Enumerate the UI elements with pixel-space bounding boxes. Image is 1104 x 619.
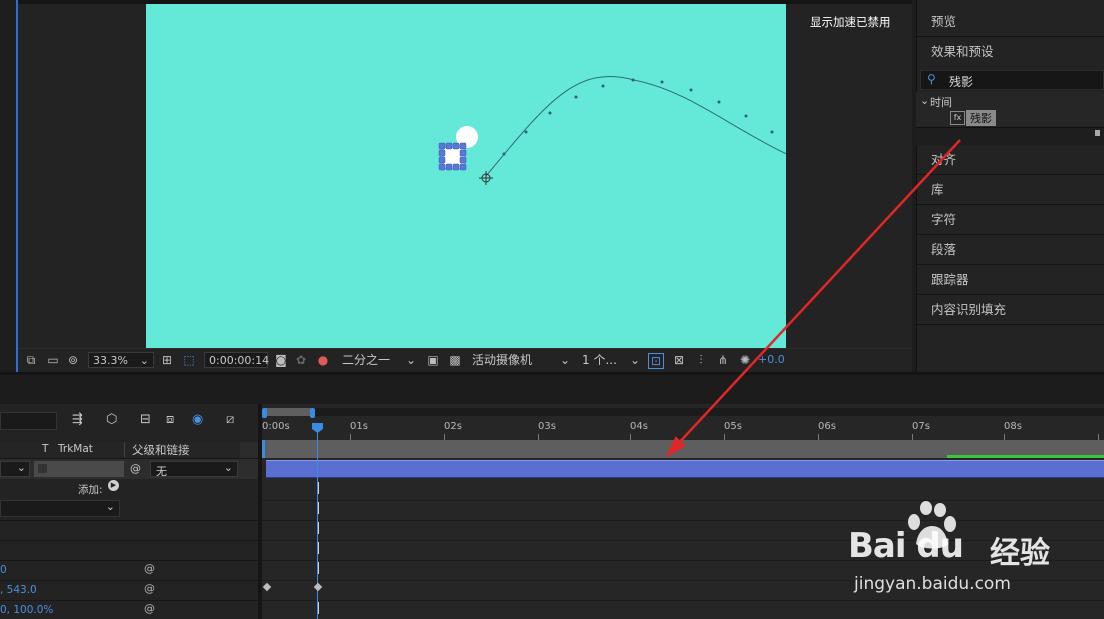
brand-part-1: Bai: [848, 526, 907, 566]
jingyan-cn-text: 经验: [990, 536, 1050, 571]
baidu-paw-gap: [906, 526, 917, 566]
brand-part-2: du: [916, 526, 964, 566]
baidu-jingyan-watermark: Bai du 经验 jingyan.baidu.com: [840, 500, 1070, 610]
watermark-url: jingyan.baidu.com: [854, 574, 1011, 594]
baidu-brand-text: Bai du: [848, 526, 964, 566]
